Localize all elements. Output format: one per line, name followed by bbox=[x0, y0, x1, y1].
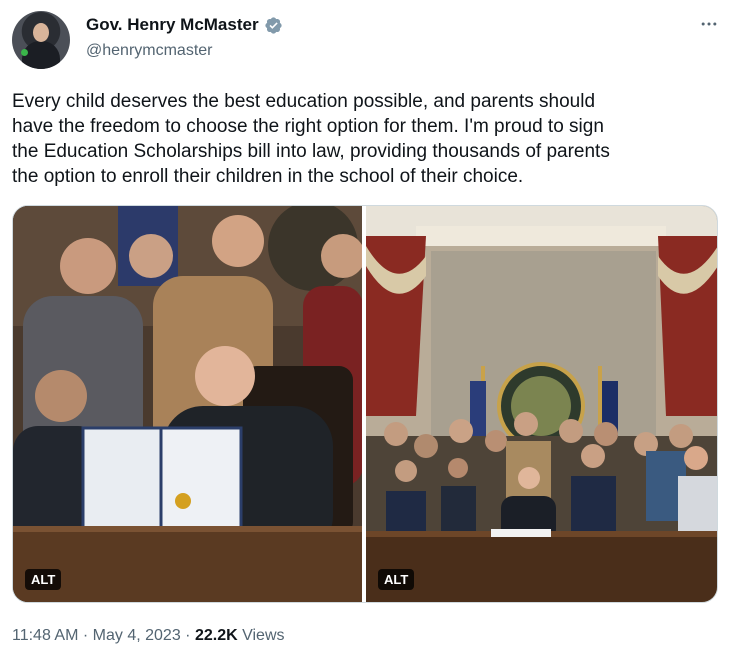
avatar-status-dot bbox=[21, 49, 28, 56]
meta-separator: · bbox=[185, 627, 191, 644]
photo-signing-closeup[interactable]: ALT bbox=[13, 206, 362, 602]
ceremony-wide-image bbox=[366, 206, 717, 602]
media-grid: ALT ALT bbox=[12, 205, 718, 603]
tweet-date[interactable]: May 4, 2023 bbox=[93, 627, 181, 644]
tweet-text: Every child deserves the best education … bbox=[12, 91, 610, 187]
verified-badge-icon[interactable] bbox=[264, 16, 283, 35]
avatar-suit bbox=[22, 41, 60, 69]
more-options-icon[interactable] bbox=[697, 12, 721, 36]
author-name-row: Gov. Henry McMaster bbox=[86, 15, 283, 35]
alt-badge[interactable]: ALT bbox=[378, 569, 415, 590]
avatar-face bbox=[33, 23, 49, 42]
meta-separator: · bbox=[82, 627, 89, 644]
author-display-name[interactable]: Gov. Henry McMaster bbox=[86, 15, 259, 35]
signing-closeup-image bbox=[13, 206, 362, 602]
tweet-meta: 11:48 AM · May 4, 2023 · 22.2K Views bbox=[12, 627, 285, 645]
views-label: Views bbox=[242, 627, 285, 644]
ellipsis-icon bbox=[701, 22, 717, 26]
author-handle[interactable]: @henrymcmaster bbox=[86, 42, 213, 60]
photo-ceremony-wide[interactable]: ALT bbox=[366, 206, 717, 602]
views-count[interactable]: 22.2K bbox=[195, 627, 238, 644]
tweet-time[interactable]: 11:48 AM bbox=[12, 627, 78, 644]
alt-badge[interactable]: ALT bbox=[25, 569, 62, 590]
avatar[interactable] bbox=[12, 11, 70, 69]
